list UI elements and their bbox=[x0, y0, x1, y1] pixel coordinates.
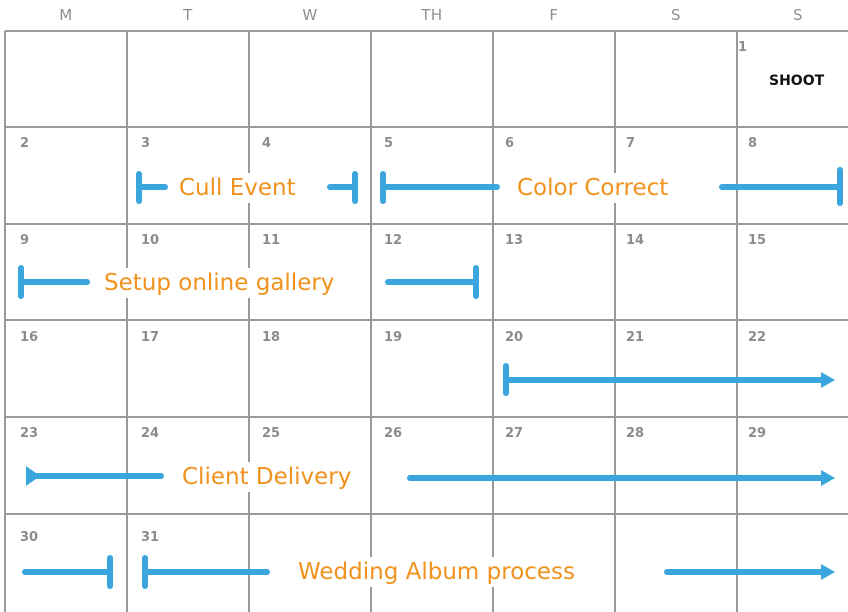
day-number: 22 bbox=[748, 330, 767, 345]
calendar: M T W TH F S S 1 2 3 4 5 6 7 8 9 10 11 1… bbox=[0, 0, 848, 612]
day-number: 30 bbox=[20, 530, 39, 545]
day-number: 8 bbox=[748, 136, 758, 151]
grid-lines bbox=[4, 30, 848, 612]
client-delivery-label: Client Delivery bbox=[176, 462, 358, 492]
day-number: 3 bbox=[141, 136, 151, 151]
day-number: 13 bbox=[505, 233, 524, 248]
day-number: 2 bbox=[20, 136, 30, 151]
day-number: 24 bbox=[141, 426, 160, 441]
day-number: 16 bbox=[20, 330, 39, 345]
day-number: 15 bbox=[748, 233, 767, 248]
day-number: 17 bbox=[141, 330, 160, 345]
day-number: 11 bbox=[262, 233, 281, 248]
day-number: 12 bbox=[384, 233, 403, 248]
day-number: 18 bbox=[262, 330, 281, 345]
day-number: 29 bbox=[748, 426, 767, 441]
day-number: 27 bbox=[505, 426, 524, 441]
day-number: 6 bbox=[505, 136, 515, 151]
calendar-grid bbox=[4, 30, 848, 612]
day-number: 26 bbox=[384, 426, 403, 441]
day-number: 20 bbox=[505, 330, 524, 345]
day-number: 25 bbox=[262, 426, 281, 441]
setup-online-gallery-label: Setup online gallery bbox=[98, 268, 341, 298]
day-number: 9 bbox=[20, 233, 30, 248]
day-number: 4 bbox=[262, 136, 272, 151]
color-correct-label: Color Correct bbox=[511, 173, 675, 203]
cull-event-label: Cull Event bbox=[173, 173, 302, 203]
day-number: 31 bbox=[141, 530, 160, 545]
day-number: 1 bbox=[738, 40, 748, 55]
row4-arrow-bar bbox=[503, 363, 835, 396]
day-number: 23 bbox=[20, 426, 39, 441]
day-number: 10 bbox=[141, 233, 160, 248]
day-number: 19 bbox=[384, 330, 403, 345]
day-number: 5 bbox=[384, 136, 394, 151]
client-delivery-bar bbox=[26, 466, 835, 486]
day-number: 21 bbox=[626, 330, 645, 345]
shoot-label: SHOOT bbox=[769, 73, 825, 89]
wedding-album-label: Wedding Album process bbox=[292, 557, 582, 587]
day-number: 28 bbox=[626, 426, 645, 441]
day-number: 14 bbox=[626, 233, 645, 248]
day-number: 7 bbox=[626, 136, 636, 151]
